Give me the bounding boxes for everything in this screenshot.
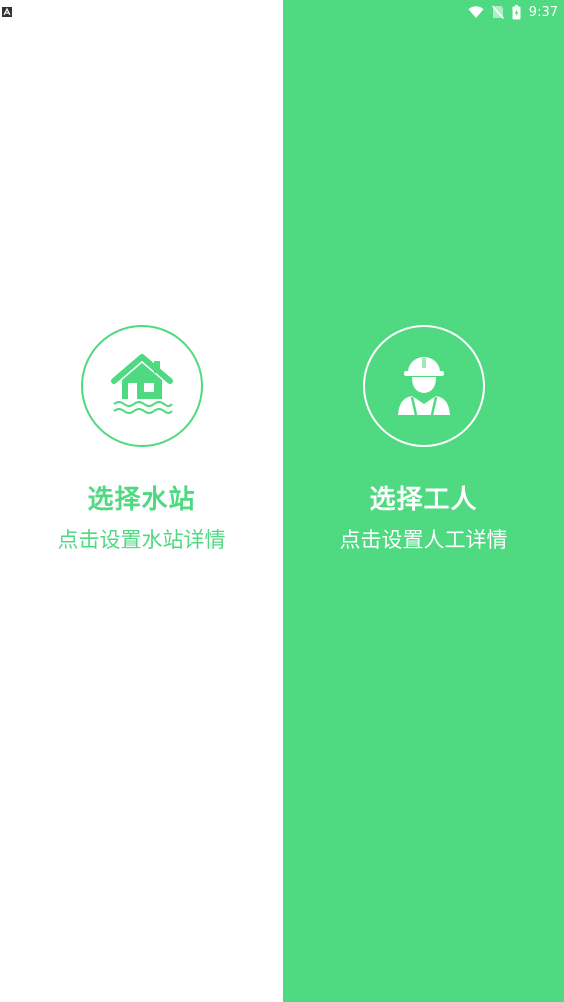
house-water-icon (110, 353, 174, 419)
select-worker-button[interactable]: 选择工人 点击设置人工详情 (283, 325, 564, 554)
worker-panel: 选择工人 点击设置人工详情 (283, 0, 564, 1002)
worker-subtitle: 点击设置人工详情 (339, 528, 508, 552)
water-station-title: 选择水站 (87, 485, 196, 515)
select-water-station-button[interactable]: 选择水站 点击设置水站详情 (0, 325, 283, 554)
worker-icon-circle (362, 325, 485, 447)
worker-title: 选择工人 (369, 485, 478, 515)
water-station-subtitle: 点击设置水站详情 (57, 528, 226, 552)
water-station-icon-circle (80, 325, 203, 447)
app-screen: 9:37 选择水站 点击设置水站详情 选择工人 点击设置人工详情 (0, 0, 564, 1002)
worker-icon (396, 352, 452, 420)
water-station-panel: 选择水站 点击设置水站详情 (0, 0, 283, 1002)
